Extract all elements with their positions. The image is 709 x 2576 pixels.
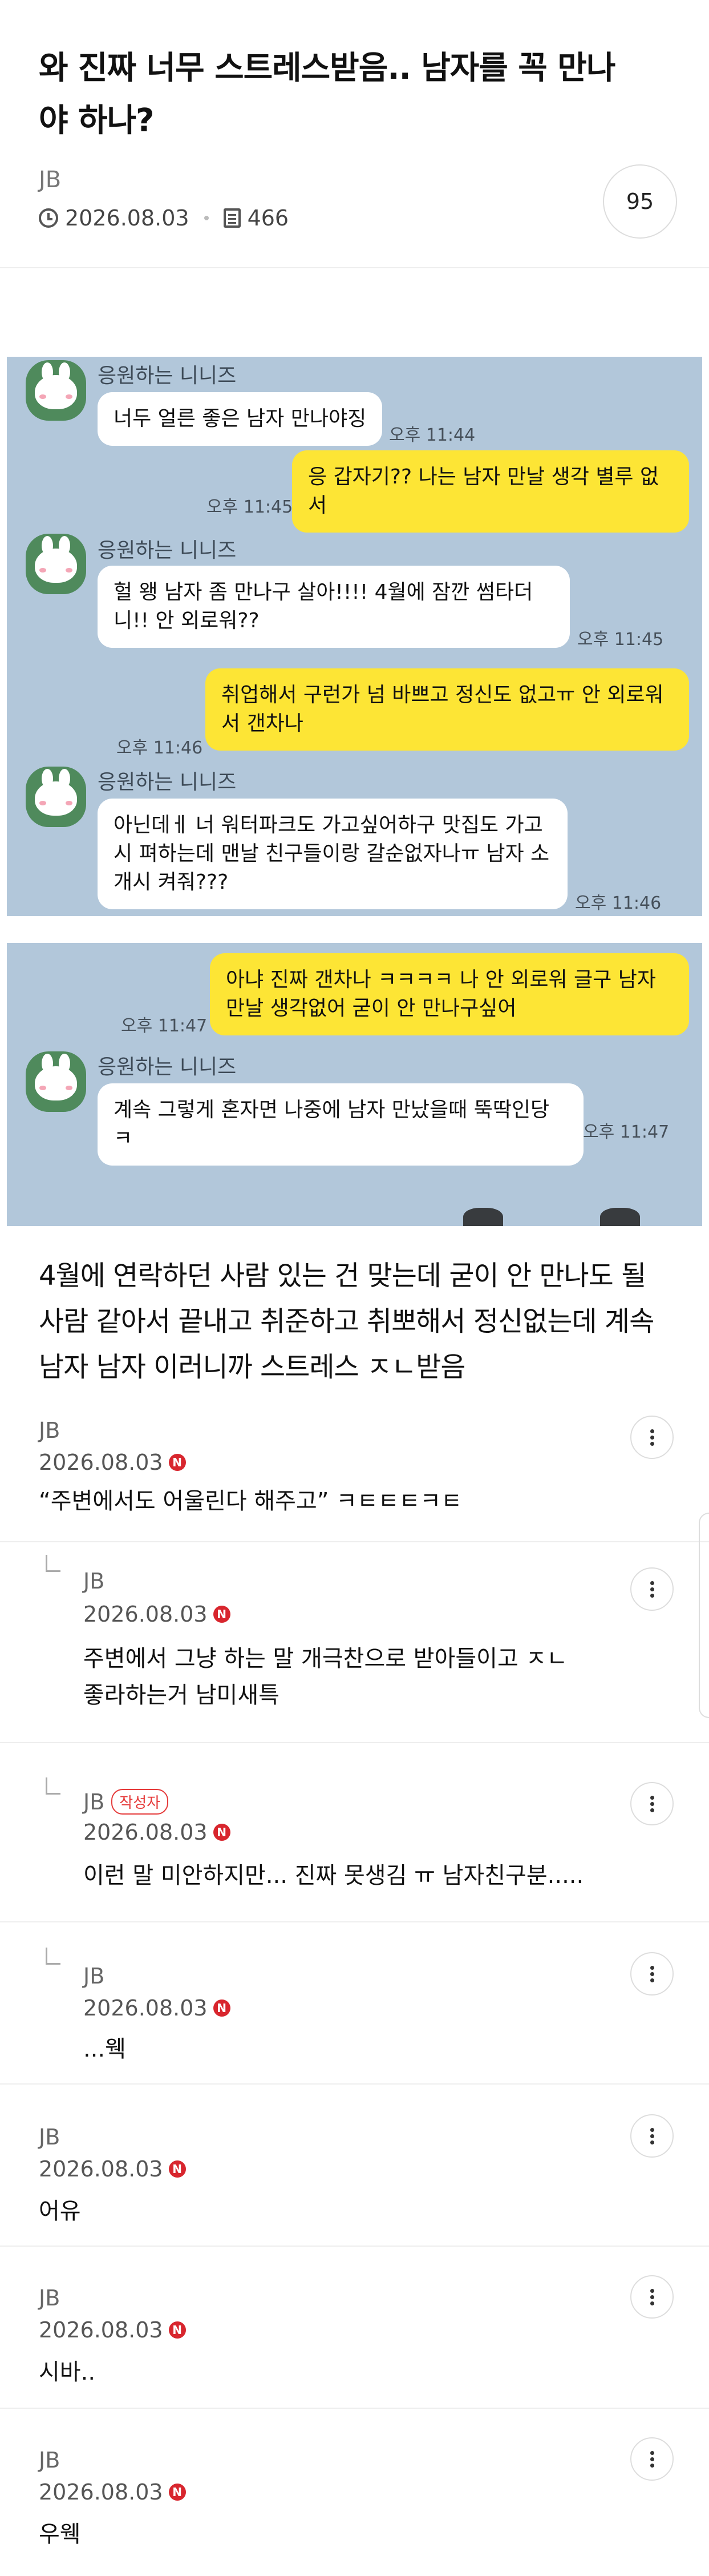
comment-date: 2026.08.03 N bbox=[39, 2480, 186, 2505]
avatar bbox=[26, 767, 86, 827]
more-vertical-icon[interactable] bbox=[630, 2275, 674, 2319]
comment-text: “주변에서도 어울린다 해주고” ㅋㅌㅌㅌㅋㅌ bbox=[39, 1488, 462, 1514]
comment-text: 우웩 bbox=[39, 2521, 81, 2547]
comment-text: 시바.. bbox=[39, 2359, 96, 2385]
side-scroll-handle[interactable] bbox=[699, 1513, 709, 1718]
comment-text: 주변에서 그냥 하는 말 개극찬으로 받아들이고 ㅈㄴ 좋라하는거 남미새특 bbox=[83, 1646, 568, 1708]
comment-date: 2026.08.03 N bbox=[39, 2156, 186, 2182]
new-badge: N bbox=[213, 1606, 230, 1623]
document-icon bbox=[223, 208, 241, 228]
comment-author[interactable]: JB bbox=[83, 1569, 104, 1594]
post-title: 와 진짜 너무 스트레스받음.. 남자를 꼭 만나야 하나? bbox=[39, 50, 615, 139]
more-vertical-icon[interactable] bbox=[630, 2437, 674, 2481]
comment: JB 2026.08.03 N 시바.. bbox=[0, 2247, 709, 2409]
message-bubble: 헐 왱 남자 좀 만나구 살아!!!! 4월에 잠깐 썸타더니!! 안 외로워?… bbox=[98, 566, 570, 648]
comment-reply: JB 작성자 2026.08.03 N 이런 말 미안하지만... 진짜 못생김 ㅠ… bbox=[0, 1743, 709, 1922]
comment-date: 2026.08.03 N bbox=[39, 1450, 186, 1475]
new-badge: N bbox=[168, 2160, 186, 2178]
chat-screenshot-2: 아냐 진짜 갠차나 ㅋㅋㅋㅋ 나 안 외로워 글구 남자 만날 생각없어 굳이 … bbox=[7, 943, 702, 1226]
message-bubble: 아닌데ㅔ 너 워터파크도 가고싶어하구 맛집도 가고시 펴하는데 맨날 친구들이… bbox=[98, 799, 568, 909]
avatar bbox=[26, 534, 86, 594]
avatar bbox=[26, 1051, 86, 1112]
writer-badge: 작성자 bbox=[111, 1789, 169, 1815]
separator-dot bbox=[204, 216, 209, 220]
post-body: 4월에 연락하던 사람 있는 건 맞는데 굳이 안 만나도 될 사람 같아서 끝… bbox=[39, 1260, 654, 1383]
message-bubble: 취업해서 구런가 넘 바쁘고 정신도 없고ㅠ 안 외로워서 갠차나 bbox=[205, 668, 689, 751]
comment-date: 2026.08.03 N bbox=[83, 1996, 230, 2021]
comment-count-button[interactable]: 95 bbox=[603, 164, 677, 239]
post-meta: 2026.08.03 466 bbox=[39, 205, 289, 231]
sticker-fragment bbox=[600, 1208, 640, 1226]
message-time: 오후 11:46 bbox=[116, 738, 203, 758]
comment: JB 2026.08.03 N “주변에서도 어울린다 해주고” ㅋㅌㅌㅌㅋㅌ bbox=[0, 1409, 709, 1542]
new-badge: N bbox=[168, 2321, 186, 2339]
comment-date: 2026.08.03 N bbox=[39, 2317, 186, 2343]
more-vertical-icon[interactable] bbox=[630, 1782, 674, 1825]
message-bubble: 계속 그렇게 혼자면 나중에 남자 만났을때 뚝딱인당 ㅋ bbox=[98, 1083, 584, 1166]
sender-name: 응원하는 니니즈 bbox=[98, 771, 237, 794]
reply-arrow-icon bbox=[46, 1777, 60, 1795]
new-badge: N bbox=[213, 1999, 230, 2017]
message-time: 오후 11:47 bbox=[121, 1016, 208, 1036]
message-bubble: 응 갑자기?? 나는 남자 만날 생각 별루 없서 bbox=[292, 450, 689, 533]
message-time: 오후 11:44 bbox=[389, 425, 476, 445]
post-date: 2026.08.03 bbox=[65, 205, 189, 231]
post-header: 와 진짜 너무 스트레스받음.. 남자를 꼭 만나야 하나? JB 2026.0… bbox=[0, 0, 709, 268]
new-badge: N bbox=[168, 2484, 186, 2501]
comment-author[interactable]: JB bbox=[39, 2448, 60, 2473]
view-count: 466 bbox=[247, 205, 289, 231]
comment-date: 2026.08.03 N bbox=[83, 1820, 230, 1845]
sender-name: 응원하는 니니즈 bbox=[98, 1055, 237, 1079]
message-time: 오후 11:46 bbox=[575, 893, 662, 913]
more-vertical-icon[interactable] bbox=[630, 2114, 674, 2158]
sticker-fragment bbox=[463, 1208, 503, 1226]
message-time: 오후 11:45 bbox=[206, 497, 293, 517]
comment-reply: JB 2026.08.03 N ...웩 bbox=[0, 1922, 709, 2085]
comment-text: 이런 말 미안하지만... 진짜 못생김 ㅠ 남자친구분..... bbox=[83, 1863, 584, 1889]
post-author[interactable]: JB bbox=[39, 167, 61, 193]
more-vertical-icon[interactable] bbox=[630, 1567, 674, 1611]
comment-author[interactable]: JB bbox=[39, 2125, 60, 2150]
message-bubble: 아냐 진짜 갠차나 ㅋㅋㅋㅋ 나 안 외로워 글구 남자 만날 생각없어 굳이 … bbox=[210, 953, 689, 1035]
new-badge: N bbox=[213, 1824, 230, 1841]
comment-text: 어유 bbox=[39, 2198, 81, 2224]
comment-author[interactable]: JB 작성자 bbox=[83, 1789, 169, 1815]
chat-screenshot-1: 응원하는 니니즈 너두 얼른 좋은 남자 만나야징 오후 11:44 응 갑자기… bbox=[7, 357, 702, 916]
comment-author[interactable]: JB bbox=[83, 1964, 104, 1989]
sender-name: 응원하는 니니즈 bbox=[98, 539, 237, 562]
avatar bbox=[26, 360, 86, 421]
comment-author[interactable]: JB bbox=[39, 1418, 60, 1443]
comment: JB 2026.08.03 N 우웩 bbox=[0, 2409, 709, 2576]
comment-date: 2026.08.03 N bbox=[83, 1602, 230, 1627]
message-time: 오후 11:47 bbox=[583, 1122, 670, 1142]
new-badge: N bbox=[168, 1454, 186, 1471]
sender-name: 응원하는 니니즈 bbox=[98, 364, 237, 388]
clock-icon bbox=[39, 208, 58, 228]
reply-arrow-icon bbox=[46, 1555, 60, 1572]
comment-reply: JB 2026.08.03 N 주변에서 그냥 하는 말 개극찬으로 받아들이고 … bbox=[0, 1542, 709, 1743]
reply-arrow-icon bbox=[46, 1948, 60, 1965]
more-vertical-icon[interactable] bbox=[630, 1416, 674, 1459]
comment: JB 2026.08.03 N 어유 bbox=[0, 2085, 709, 2247]
message-bubble: 너두 얼른 좋은 남자 만나야징 bbox=[98, 392, 383, 446]
message-time: 오후 11:45 bbox=[577, 630, 664, 650]
comment-author[interactable]: JB bbox=[39, 2285, 60, 2311]
more-vertical-icon[interactable] bbox=[630, 1952, 674, 1996]
comment-text: ...웩 bbox=[83, 2036, 126, 2062]
